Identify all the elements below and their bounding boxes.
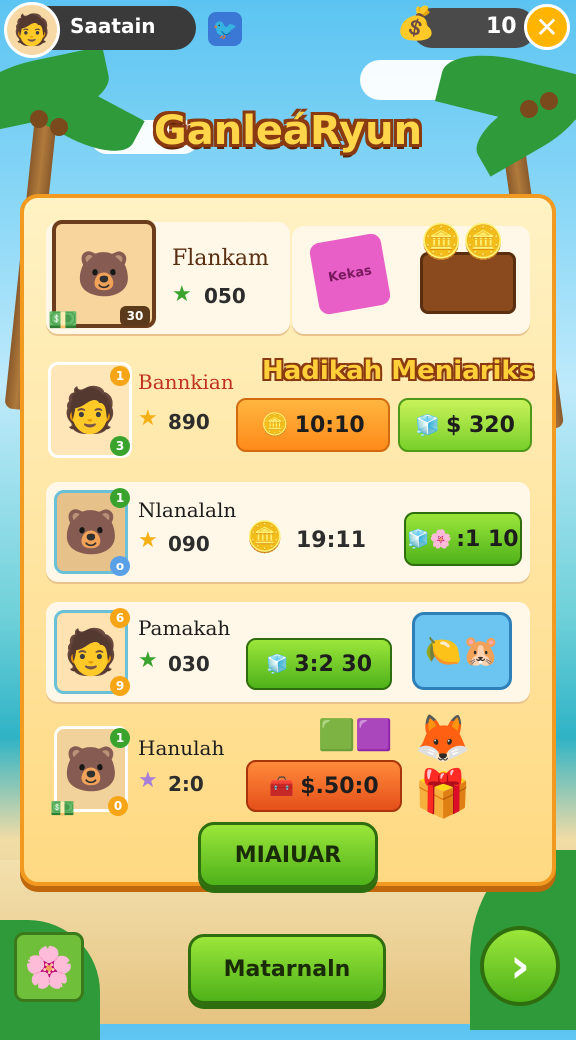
treasure-chest-icon: 🧰: [269, 774, 295, 798]
gold-bars-icon: 🪙: [246, 520, 284, 555]
status-badge: 0: [108, 796, 128, 816]
row-score: 030: [168, 652, 210, 676]
gem-box-icon: 🧊: [415, 413, 440, 437]
featured-score: 050: [204, 284, 246, 308]
reward-value: 10:10: [294, 412, 365, 438]
star-icon: ★: [138, 768, 158, 793]
reward-button[interactable]: 🧊 3:2 30: [246, 638, 392, 690]
bird-icon[interactable]: 🐦: [208, 12, 242, 46]
row-score: 090: [168, 532, 210, 556]
chevron-right-icon: ›: [510, 938, 530, 994]
rank-badge: 1: [110, 366, 130, 386]
price-value: :1 10: [456, 526, 519, 552]
featured-avatar-badge: 30: [120, 306, 150, 326]
game-title: GanleáRyun: [153, 108, 423, 154]
rank-badge: 6: [110, 608, 130, 628]
gold-bar-icon: 🪙: [261, 412, 289, 438]
row-player-name: Pamakah: [138, 616, 231, 640]
row-player-name: Bannkian: [138, 370, 234, 394]
reward-value: 19:11: [296, 528, 367, 553]
featured-player-name: Flankam: [172, 246, 269, 271]
price-value: $ 320: [446, 412, 515, 438]
reward-value: 3:2 30: [294, 651, 373, 677]
close-button[interactable]: ✕: [524, 4, 570, 50]
row-player-name: Hanulah: [138, 736, 225, 760]
cash-stack-icon: 💵: [48, 306, 78, 334]
cash-stack-icon: 💵: [50, 796, 75, 820]
reward-timer[interactable]: 🪙 10:10: [236, 398, 390, 452]
price-button[interactable]: 🧊🌸 :1 10: [404, 512, 522, 566]
gem-flower-icon: 🧊🌸: [407, 528, 453, 550]
row-score: 2:0: [168, 772, 204, 796]
gem-boxes-icon: 🟩🟪: [318, 718, 393, 753]
gift-box-label: Kekas: [327, 262, 373, 286]
rank-badge: 1: [110, 488, 130, 508]
star-icon: ★: [138, 648, 158, 673]
reward-value: $.50:0: [300, 773, 379, 799]
row-score: 890: [168, 410, 210, 434]
reward-button[interactable]: 🧰 $.50:0: [246, 760, 402, 812]
fox-gift-icon[interactable]: 🦊🎁: [414, 711, 520, 820]
gift-bundle-icon[interactable]: 🍋🐹: [412, 612, 512, 690]
player-name: Saatain: [70, 14, 156, 38]
gift-box-icon[interactable]: Kekas: [308, 232, 392, 316]
next-button[interactable]: ›: [480, 926, 560, 1006]
star-icon: ★: [138, 528, 158, 553]
status-badge: o: [110, 556, 130, 576]
price-button[interactable]: 🧊 $ 320: [398, 398, 532, 452]
star-icon: ★: [138, 406, 158, 431]
rank-badge: 1: [110, 728, 130, 748]
coin-count: 10: [486, 14, 517, 39]
status-badge: 9: [110, 676, 130, 696]
status-badge: 3: [110, 436, 130, 456]
bottom-action-button[interactable]: Matarnaln: [188, 934, 386, 1004]
star-icon: ★: [172, 282, 192, 307]
gold-coins-icon: 🪙🪙: [420, 222, 505, 262]
row-player-name: Nlanalaln: [138, 498, 237, 522]
coin-bag-icon: 💰: [396, 4, 436, 42]
player-avatar[interactable]: 🧑: [4, 2, 60, 58]
main-action-button[interactable]: MIAIUAR: [198, 822, 378, 888]
gem-box-icon: 🧊: [265, 653, 289, 675]
flower-icon[interactable]: 🌸: [14, 932, 84, 1002]
